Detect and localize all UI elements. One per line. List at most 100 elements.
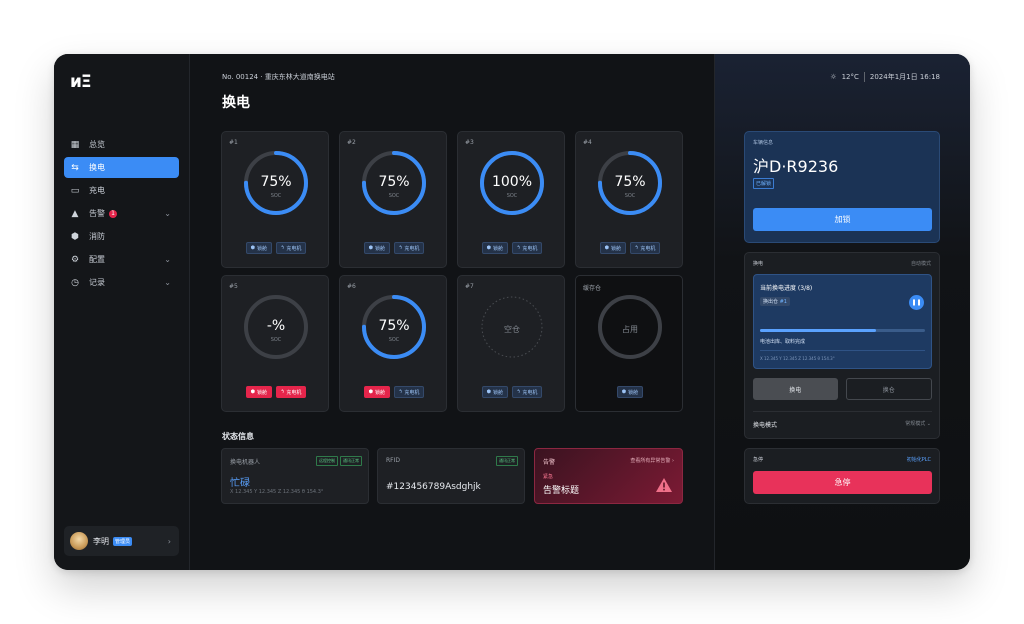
slot-card-4[interactable]: #4 75% SOC ⬢ 锁舱 ϟ 充电机	[575, 131, 683, 268]
sidebar-item-label: 配置	[89, 255, 105, 264]
swap-mode-tabs: 换电 换仓	[753, 378, 932, 400]
sidebar-item-label: 告警	[89, 209, 105, 218]
lock-slot-button[interactable]: ⬢ 锁舱	[616, 386, 644, 398]
slot-card-6[interactable]: #6 75% SOC ⬢ 锁舱 ϟ 充电机	[339, 275, 447, 412]
user-menu[interactable]: 李明 管理员 ›	[64, 526, 179, 556]
charger-button[interactable]: ϟ 充电机	[394, 242, 425, 254]
lock-vehicle-button[interactable]: 加锁	[753, 208, 932, 231]
lock-icon: ⬢	[486, 245, 492, 251]
vehicle-label: 车辆信息	[753, 140, 774, 146]
sidebar-item-charge[interactable]: ▭ 充电	[64, 180, 179, 201]
charger-label: 充电机	[286, 245, 302, 252]
robot-state: 忙碌	[230, 478, 250, 489]
slot-state: 占用	[622, 325, 638, 334]
alarm-level: 紧急	[543, 474, 554, 480]
slot-number: #7	[465, 283, 474, 290]
sidebar-item-overview[interactable]: ▦ 总览	[64, 134, 179, 155]
slot-card-buffer[interactable]: 缓存仓 占用 ⬢ 锁舱	[575, 275, 683, 412]
lock-icon: ⬢	[368, 245, 374, 251]
soc-percent: 75%	[260, 174, 292, 190]
lock-icon: ⬢	[486, 389, 492, 395]
charger-button[interactable]: ϟ 充电机	[512, 386, 543, 398]
logo: ᴎΞ	[70, 72, 92, 92]
charger-button[interactable]: ϟ 充电机	[512, 242, 543, 254]
charger-button[interactable]: ϟ 充电机	[276, 386, 307, 398]
charger-button[interactable]: ϟ 充电机	[276, 242, 307, 254]
soc-label: SOC	[270, 337, 282, 343]
bolt-icon: ϟ	[281, 389, 285, 395]
pause-button[interactable]: ❚❚	[909, 295, 924, 310]
dashboard-icon: ▦	[70, 139, 80, 150]
lock-slot-button[interactable]: ⬢ 锁舱	[481, 386, 509, 398]
swap-mode-select[interactable]: 常规模式 ⌄	[905, 420, 931, 427]
soc-percent: 75%	[378, 318, 410, 334]
lock-slot-label: 锁舱	[257, 245, 268, 252]
alarm-card[interactable]: 告警 查看所有异常告警 › 紧急 告警标题	[534, 448, 683, 504]
sidebar-item-swap[interactable]: ⇆ 换电	[64, 157, 179, 178]
lock-slot-button[interactable]: ⬢ 锁舱	[363, 386, 391, 398]
unlock-status-badge: 已解锁	[753, 178, 775, 189]
page-title: 换电	[222, 95, 250, 111]
tab-swap[interactable]: 换电	[753, 378, 838, 400]
slot-state: 空仓	[504, 325, 520, 334]
emergency-stop-card: 急停 初始化PLC 急停	[744, 448, 940, 504]
sidebar-item-alarm[interactable]: ▲ 告警 1 ⌄	[64, 203, 179, 224]
app-window: ᴎΞ ▦ 总览 ⇆ 换电 ▭ 充电 ▲ 告警 1 ⌄ ⬢ 消防 ⚙ 配置 ⌄ ◷…	[54, 54, 970, 570]
slot-number: #5	[229, 283, 238, 290]
slot-card-7[interactable]: #7 空仓 ⬢ 锁舱 ϟ 充电机	[457, 275, 565, 412]
progress-bar-fill	[760, 329, 876, 332]
vehicle-card: 车辆信息 沪D·R9236 已解锁 加锁	[744, 131, 940, 243]
slot-card-3[interactable]: #3 100% SOC ⬢ 锁舱 ϟ 充电机	[457, 131, 565, 268]
slot-number: #1	[229, 139, 238, 146]
rfid-value: #123456789Asdghjk	[386, 482, 481, 492]
bolt-icon: ϟ	[281, 245, 285, 251]
station-name: No. 00124 · 重庆东林大道南换电站	[222, 73, 335, 81]
lock-slot-label: 锁舱	[375, 389, 386, 396]
lock-slot-button[interactable]: ⬢ 锁舱	[599, 242, 627, 254]
charger-button[interactable]: ϟ 充电机	[394, 386, 425, 398]
alarm-label: 告警	[543, 459, 556, 466]
soc-label: SOC	[388, 337, 400, 343]
slot-card-2[interactable]: #2 75% SOC ⬢ 锁舱 ϟ 充电机	[339, 131, 447, 268]
sidebar-item-records[interactable]: ◷ 记录 ⌄	[64, 272, 179, 293]
bolt-icon: ϟ	[399, 389, 403, 395]
slot-card-1[interactable]: #1 75% SOC ⬢ 锁舱 ϟ 充电机	[221, 131, 329, 268]
tab-change-slot[interactable]: 换仓	[845, 378, 932, 400]
gear-icon: ⚙	[70, 254, 80, 265]
lock-slot-label: 锁舱	[257, 389, 268, 396]
sidebar-item-config[interactable]: ⚙ 配置 ⌄	[64, 249, 179, 270]
lock-slot-button[interactable]: ⬢ 锁舱	[245, 242, 273, 254]
chevron-down-icon: ⌄	[926, 421, 931, 427]
sidebar-item-fire[interactable]: ⬢ 消防	[64, 226, 179, 247]
remote-control-badge: 远程控制	[316, 456, 338, 466]
right-panel: ☼ 12°C 2024年1月1日 16:18 车辆信息 沪D·R9236 已解锁…	[714, 54, 970, 570]
rfid-label: RFID	[386, 457, 401, 464]
view-all-alarms-link[interactable]: 查看所有异常告警 ›	[630, 457, 674, 464]
user-name: 李明	[93, 536, 109, 546]
lock-slot-button[interactable]: ⬢ 锁舱	[363, 242, 391, 254]
init-plc-link[interactable]: 初始化PLC	[907, 456, 931, 463]
bolt-icon: ϟ	[517, 389, 521, 395]
alarm-title: 告警标题	[543, 486, 580, 496]
chevron-down-icon: ⌄	[164, 278, 171, 287]
lock-slot-label: 锁舱	[493, 245, 504, 252]
lock-slot-button[interactable]: ⬢ 锁舱	[481, 242, 509, 254]
user-role-badge: 管理员	[113, 536, 133, 546]
rfid-card: RFID 通讯正常 #123456789Asdghjk	[377, 448, 525, 504]
sidebar-item-label: 充电	[89, 186, 105, 195]
lock-slot-label: 锁舱	[611, 245, 622, 252]
license-plate: 沪D·R9236	[753, 157, 839, 176]
lock-icon: ⬢	[368, 389, 374, 395]
lock-slot-button[interactable]: ⬢ 锁舱	[245, 386, 273, 398]
chip-slot: #1	[779, 299, 787, 305]
comm-ok-badge: 通讯正常	[340, 456, 362, 466]
swap-mode-value: 常规模式	[905, 421, 926, 427]
current-step: 电池出库、取料完成	[760, 339, 806, 345]
slot-number: #4	[583, 139, 592, 146]
emergency-stop-button[interactable]: 急停	[753, 471, 932, 494]
soc-label: SOC	[270, 193, 282, 199]
slot-card-5[interactable]: #5 -% SOC ⬢ 锁舱 ϟ 充电机	[221, 275, 329, 412]
charger-button[interactable]: ϟ 充电机	[630, 242, 661, 254]
chip-label: 换出仓	[763, 299, 779, 305]
progress-bar	[760, 329, 925, 332]
